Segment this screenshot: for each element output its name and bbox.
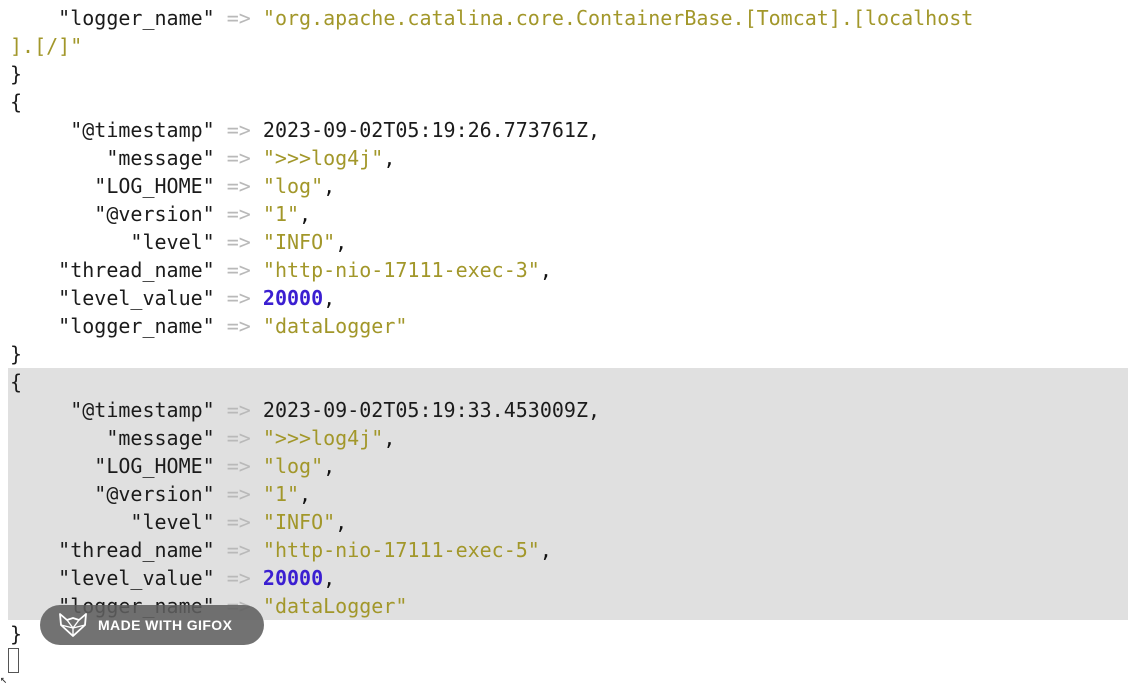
close-brace: }	[10, 622, 23, 646]
log-line-logger: "logger_name" => "dataLogger"	[58, 314, 408, 338]
terminal-cursor[interactable]	[8, 648, 19, 673]
log-line-level: "level" => "INFO",	[130, 510, 348, 534]
log-line-timestamp: "@timestamp" => 2023-09-02T05:19:33.4530…	[70, 398, 601, 422]
log-line-log-home: "LOG_HOME" => "log",	[94, 174, 336, 198]
log-line-message: "message" => ">>>log4j",	[106, 426, 396, 450]
log-line-thread: "thread_name" => "http-nio-17111-exec-3"…	[58, 258, 552, 282]
terminal-output: "logger_name" => "org.apache.catalina.co…	[0, 0, 1134, 686]
close-brace: }	[10, 62, 23, 86]
log-line: "logger_name" => "org.apache.catalina.co…	[58, 6, 974, 30]
gifox-watermark-badge: MADE WITH GIFOX	[40, 605, 264, 645]
log-line-log-home: "LOG_HOME" => "log",	[94, 454, 336, 478]
fox-icon	[59, 613, 87, 637]
watermark-text: MADE WITH GIFOX	[98, 617, 233, 633]
resize-corner-icon: ↖	[0, 672, 8, 686]
logger-name-value: "org.apache.catalina.core.ContainerBase.…	[262, 6, 974, 30]
close-brace: }	[10, 342, 23, 366]
log-line-message: "message" => ">>>log4j",	[106, 146, 396, 170]
log-line-level-value: "level_value" => 20000,	[58, 566, 336, 590]
log-line-version: "@version" => "1",	[94, 482, 312, 506]
open-brace: {	[10, 90, 23, 114]
log-line-thread: "thread_name" => "http-nio-17111-exec-5"…	[58, 538, 552, 562]
log-line-version: "@version" => "1",	[94, 202, 312, 226]
open-brace: {	[10, 370, 23, 394]
log-line: ].[/]"	[10, 34, 83, 58]
log-line-timestamp: "@timestamp" => 2023-09-02T05:19:26.7737…	[70, 118, 601, 142]
log-line-level-value: "level_value" => 20000,	[58, 286, 336, 310]
log-line-level: "level" => "INFO",	[130, 230, 348, 254]
